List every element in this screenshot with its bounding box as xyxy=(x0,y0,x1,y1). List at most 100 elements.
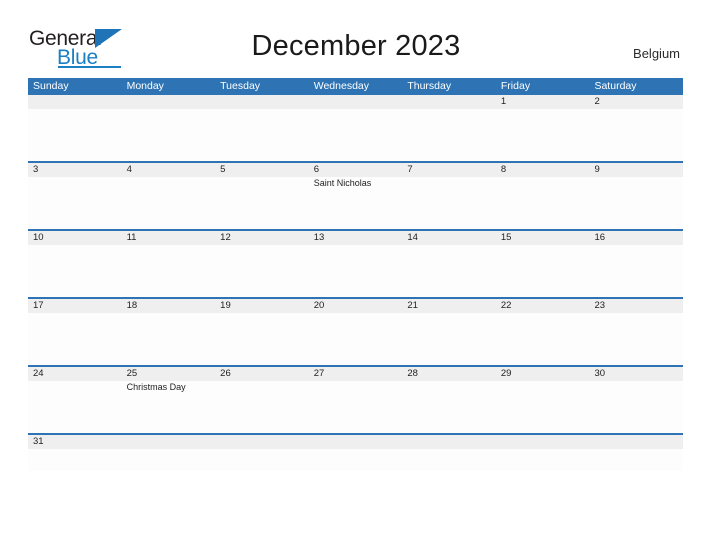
day-cell[interactable] xyxy=(589,449,683,471)
date-number[interactable]: 1 xyxy=(496,95,590,109)
day-cell[interactable] xyxy=(28,381,122,433)
week-row: 10 11 12 13 14 15 16 xyxy=(28,231,683,299)
day-cell[interactable] xyxy=(122,449,216,471)
date-number[interactable]: 31 xyxy=(28,435,122,449)
date-number[interactable]: 29 xyxy=(496,367,590,381)
day-cell[interactable] xyxy=(122,177,216,229)
date-number[interactable]: 12 xyxy=(215,231,309,245)
week-row: 17 18 19 20 21 22 23 xyxy=(28,299,683,367)
date-number[interactable]: 20 xyxy=(309,299,403,313)
day-cell[interactable] xyxy=(309,245,403,297)
date-number[interactable] xyxy=(309,95,403,109)
week-dates-band: 31 xyxy=(28,435,683,449)
day-cell[interactable] xyxy=(215,449,309,471)
day-cell[interactable] xyxy=(402,381,496,433)
date-number[interactable]: 19 xyxy=(215,299,309,313)
date-number[interactable] xyxy=(309,435,403,449)
date-number[interactable]: 25 xyxy=(122,367,216,381)
date-number[interactable]: 3 xyxy=(28,163,122,177)
week-events-band xyxy=(28,313,683,365)
week-dates-band: 17 18 19 20 21 22 23 xyxy=(28,299,683,313)
day-cell[interactable] xyxy=(28,449,122,471)
date-number[interactable]: 5 xyxy=(215,163,309,177)
weekday-header-friday: Friday xyxy=(500,80,531,92)
date-number[interactable]: 17 xyxy=(28,299,122,313)
calendar-page: General Blue December 2023 Belgium Sunda… xyxy=(0,0,712,550)
date-number[interactable]: 22 xyxy=(496,299,590,313)
week-row: 3 4 5 6 7 8 9 Saint Nicholas xyxy=(28,163,683,231)
date-number[interactable]: 18 xyxy=(122,299,216,313)
day-cell[interactable] xyxy=(496,245,590,297)
date-number[interactable]: 14 xyxy=(402,231,496,245)
calendar-grid: Sunday Monday Tuesday Wednesday Thursday… xyxy=(28,78,683,471)
date-number[interactable]: 26 xyxy=(215,367,309,381)
day-cell[interactable] xyxy=(402,449,496,471)
date-number[interactable] xyxy=(215,435,309,449)
day-cell[interactable] xyxy=(215,245,309,297)
date-number[interactable]: 21 xyxy=(402,299,496,313)
day-cell[interactable] xyxy=(122,109,216,161)
day-cell[interactable] xyxy=(28,109,122,161)
week-dates-band: 10 11 12 13 14 15 16 xyxy=(28,231,683,245)
day-cell[interactable] xyxy=(589,109,683,161)
day-cell[interactable] xyxy=(215,381,309,433)
date-number[interactable] xyxy=(122,95,216,109)
day-cell[interactable] xyxy=(28,313,122,365)
day-cell[interactable] xyxy=(309,449,403,471)
day-cell[interactable] xyxy=(402,245,496,297)
day-cell[interactable] xyxy=(589,313,683,365)
day-cell[interactable] xyxy=(589,381,683,433)
date-number[interactable]: 23 xyxy=(589,299,683,313)
date-number[interactable]: 2 xyxy=(589,95,683,109)
date-number[interactable]: 6 xyxy=(309,163,403,177)
date-number[interactable]: 13 xyxy=(309,231,403,245)
date-number[interactable]: 4 xyxy=(122,163,216,177)
day-cell[interactable] xyxy=(496,313,590,365)
page-header: General Blue December 2023 Belgium xyxy=(0,0,712,68)
day-cell[interactable] xyxy=(496,449,590,471)
date-number[interactable]: 9 xyxy=(589,163,683,177)
day-cell[interactable] xyxy=(309,109,403,161)
day-cell[interactable] xyxy=(309,313,403,365)
day-cell[interactable]: Christmas Day xyxy=(122,381,216,433)
day-cell[interactable] xyxy=(309,381,403,433)
date-number[interactable]: 15 xyxy=(496,231,590,245)
day-cell[interactable] xyxy=(589,245,683,297)
day-cell[interactable] xyxy=(215,109,309,161)
day-cell[interactable] xyxy=(496,177,590,229)
date-number[interactable]: 10 xyxy=(28,231,122,245)
date-number[interactable]: 16 xyxy=(589,231,683,245)
date-number[interactable] xyxy=(589,435,683,449)
week-row: 1 2 xyxy=(28,95,683,163)
date-number[interactable] xyxy=(496,435,590,449)
day-cell[interactable] xyxy=(589,177,683,229)
date-number[interactable]: 11 xyxy=(122,231,216,245)
day-cell[interactable] xyxy=(215,177,309,229)
date-number[interactable]: 30 xyxy=(589,367,683,381)
day-cell[interactable] xyxy=(402,177,496,229)
date-number[interactable]: 7 xyxy=(402,163,496,177)
date-number[interactable]: 28 xyxy=(402,367,496,381)
day-cell[interactable] xyxy=(496,381,590,433)
day-cell[interactable] xyxy=(122,313,216,365)
date-number[interactable]: 8 xyxy=(496,163,590,177)
date-number[interactable]: 24 xyxy=(28,367,122,381)
date-number[interactable] xyxy=(122,435,216,449)
weekday-header-tuesday: Tuesday xyxy=(220,80,261,92)
date-number[interactable] xyxy=(402,95,496,109)
day-cell[interactable] xyxy=(402,313,496,365)
weekday-header-wednesday: Wednesday xyxy=(313,80,369,92)
day-cell[interactable] xyxy=(496,109,590,161)
day-cell[interactable] xyxy=(28,177,122,229)
week-events-band xyxy=(28,109,683,161)
day-cell[interactable] xyxy=(215,313,309,365)
date-number[interactable] xyxy=(28,95,122,109)
date-number[interactable] xyxy=(402,435,496,449)
day-cell[interactable]: Saint Nicholas xyxy=(309,177,403,229)
weekday-header-monday: Monday xyxy=(126,80,164,92)
day-cell[interactable] xyxy=(402,109,496,161)
day-cell[interactable] xyxy=(122,245,216,297)
date-number[interactable]: 27 xyxy=(309,367,403,381)
day-cell[interactable] xyxy=(28,245,122,297)
date-number[interactable] xyxy=(215,95,309,109)
